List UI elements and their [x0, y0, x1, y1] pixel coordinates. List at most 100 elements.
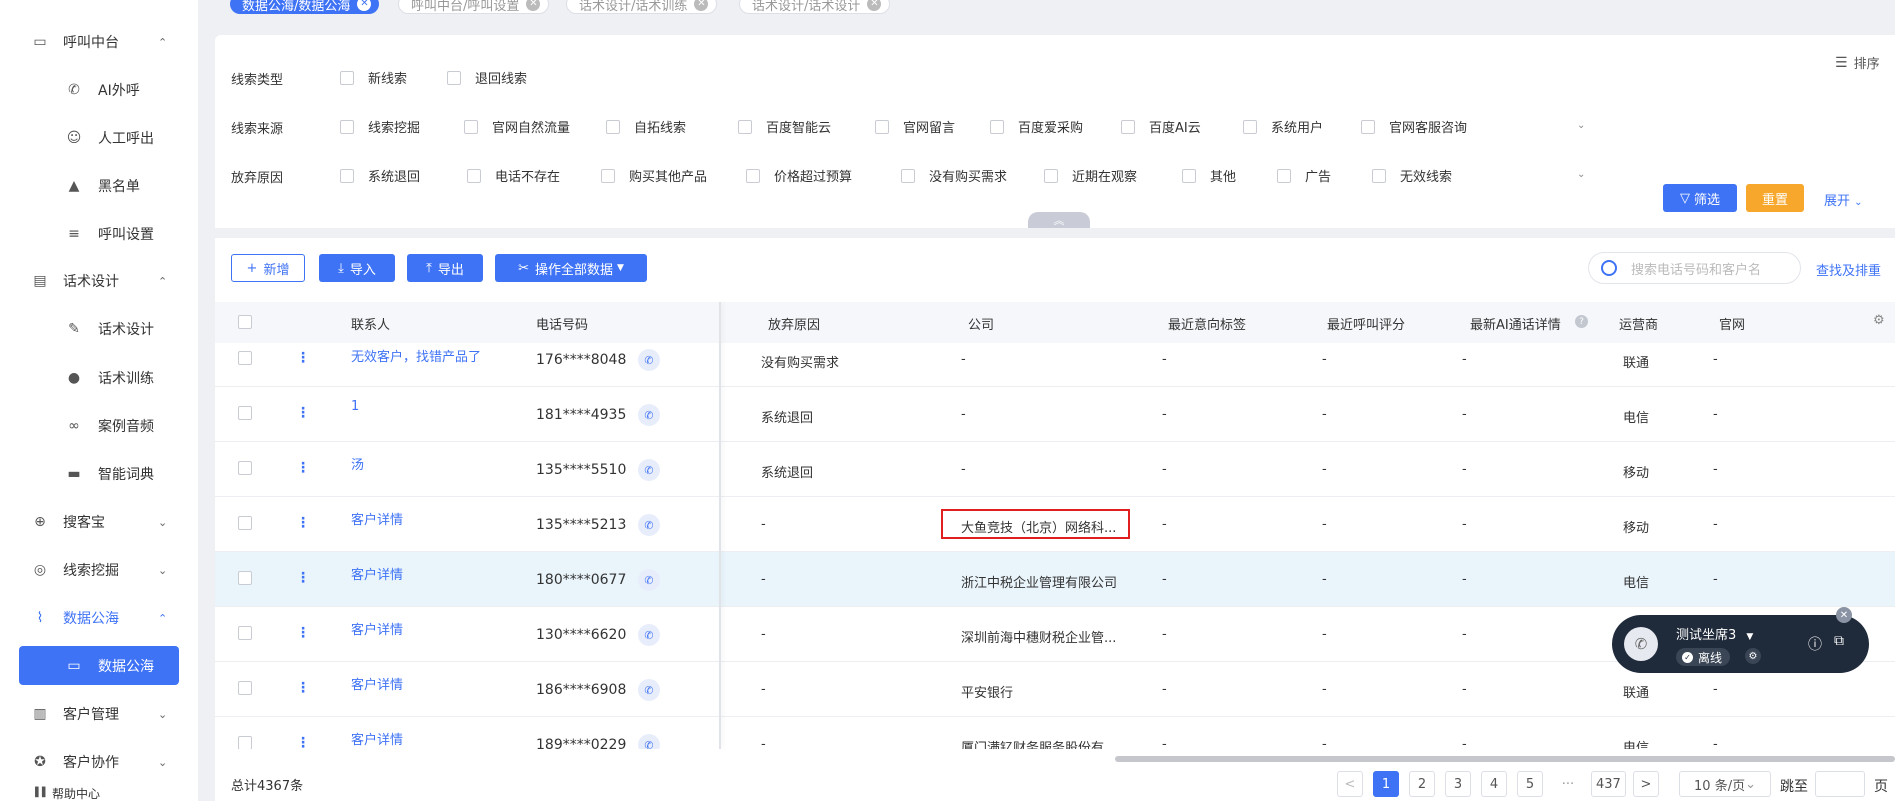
page-button[interactable]: 5: [1517, 771, 1543, 797]
checkbox[interactable]: [340, 119, 354, 134]
settings-icon[interactable]: ⚙: [1745, 648, 1761, 664]
import-button[interactable]: ⤓ 导入: [319, 254, 395, 282]
sidebar-item-12[interactable]: ⌇ 数据公海 ⌃: [0, 603, 198, 633]
row-checkbox[interactable]: [238, 351, 252, 365]
column-header[interactable]: 官网: [1719, 314, 1745, 333]
row-checkbox[interactable]: [238, 681, 252, 695]
chevron-down-icon[interactable]: ⌄: [1577, 120, 1585, 131]
tab-3[interactable]: 话术设计/话术设计 ✕: [739, 0, 891, 14]
filter-option[interactable]: 近期在观察: [1044, 166, 1137, 185]
column-header[interactable]: 放弃原因: [768, 314, 820, 333]
page-button[interactable]: 1: [1373, 771, 1399, 797]
contact-link[interactable]: 客户详情: [351, 674, 403, 693]
checkbox[interactable]: [746, 168, 760, 183]
column-header[interactable]: 公司: [968, 314, 994, 333]
filter-option[interactable]: 官网客服咨询: [1361, 117, 1467, 136]
tab-0[interactable]: 数据公海/数据公海 ✕: [230, 0, 380, 14]
chevron-down-icon[interactable]: ⌄: [1577, 169, 1585, 180]
row-checkbox[interactable]: [238, 736, 252, 749]
sidebar-item-3[interactable]: ▲ 黑名单: [0, 171, 198, 201]
call-button[interactable]: ✆: [638, 569, 660, 591]
more-actions-icon[interactable]: ⋮: [296, 570, 310, 586]
close-icon[interactable]: ✕: [1836, 607, 1852, 623]
sidebar-item-14[interactable]: ▥ 客户管理 ⌄: [0, 699, 198, 729]
checkbox[interactable]: [1121, 119, 1135, 134]
filter-option[interactable]: 系统退回: [340, 166, 420, 185]
filter-option[interactable]: 自拓线索: [606, 117, 686, 136]
filter-option[interactable]: 官网自然流量: [464, 117, 570, 136]
tab-1[interactable]: 呼叫中台/呼叫设置 ✕: [398, 0, 550, 14]
jump-page-input[interactable]: [1815, 771, 1865, 797]
next-page-button[interactable]: >: [1633, 771, 1659, 797]
sidebar-item-10[interactable]: ⊕ 搜客宝 ⌄: [0, 507, 198, 537]
column-header[interactable]: 最新AI通话详情: [1470, 314, 1561, 333]
call-button[interactable]: ✆: [638, 734, 660, 749]
sidebar-item-1[interactable]: ✆ AI外呼: [0, 75, 198, 105]
close-icon[interactable]: ✕: [867, 0, 882, 11]
table-row[interactable]: ⋮ 无效客户，找错产品了 176****8048 ✆ 没有购买需求 - - - - 联通 -: [215, 343, 1895, 387]
expand-link[interactable]: 展开 ⌄: [1824, 190, 1863, 209]
contact-link[interactable]: 汤: [351, 454, 364, 473]
page-ellipsis[interactable]: ···: [1555, 771, 1581, 797]
contact-link[interactable]: 客户详情: [351, 564, 403, 583]
table-row[interactable]: ⋮ 客户详情 180****0677 ✆ - 浙江中税企业管理有限公司 - - - 电信 -: [215, 552, 1895, 607]
page-button[interactable]: 2: [1409, 771, 1435, 797]
row-checkbox[interactable]: [238, 571, 252, 585]
filter-option[interactable]: 新线索: [340, 68, 407, 87]
sidebar-item-7[interactable]: ● 话术训练: [0, 363, 198, 393]
more-actions-icon[interactable]: ⋮: [296, 405, 310, 421]
checkbox[interactable]: [1243, 119, 1257, 134]
contact-link[interactable]: 客户详情: [351, 509, 403, 528]
checkbox[interactable]: [875, 119, 889, 134]
select-all-checkbox[interactable]: [238, 315, 252, 329]
more-actions-icon[interactable]: ⋮: [296, 350, 310, 366]
filter-option[interactable]: 百度AI云: [1121, 117, 1201, 136]
page-button[interactable]: 437: [1591, 771, 1626, 797]
column-header[interactable]: 电话号码: [536, 314, 588, 333]
contact-link[interactable]: 客户详情: [351, 619, 403, 638]
sidebar-item-13[interactable]: ▭ 数据公海: [0, 651, 198, 681]
sidebar-item-8[interactable]: ∞ 案例音频: [0, 411, 198, 441]
checkbox[interactable]: [464, 119, 478, 134]
sidebar-item-9[interactable]: ▬ 智能词典: [0, 459, 198, 489]
contact-link[interactable]: 客户详情: [351, 729, 403, 748]
dedupe-link[interactable]: 查找及排重: [1816, 260, 1881, 279]
checkbox[interactable]: [1044, 168, 1058, 183]
minimize-window-icon[interactable]: ⧉: [1834, 633, 1844, 649]
checkbox[interactable]: [1361, 119, 1375, 134]
sidebar-item-6[interactable]: ✎ 话术设计: [0, 314, 198, 344]
column-settings-icon[interactable]: ⚙: [1873, 313, 1885, 328]
horizontal-scrollbar[interactable]: [1115, 756, 1895, 762]
column-header[interactable]: 运营商: [1619, 314, 1658, 333]
prev-page-button[interactable]: <: [1337, 771, 1363, 797]
filter-option[interactable]: 没有购买需求: [901, 166, 1007, 185]
page-button[interactable]: 3: [1445, 771, 1471, 797]
checkbox[interactable]: [447, 70, 461, 85]
bulk-operation-dropdown[interactable]: ✂ 操作全部数据 ▼: [495, 254, 647, 282]
filter-option[interactable]: 官网留言: [875, 117, 955, 136]
filter-option[interactable]: 百度爱采购: [990, 117, 1083, 136]
sidebar-item-4[interactable]: ≡ 呼叫设置: [0, 219, 198, 249]
more-actions-icon[interactable]: ⋮: [296, 680, 310, 696]
filter-option[interactable]: 电话不存在: [467, 166, 560, 185]
row-checkbox[interactable]: [238, 461, 252, 475]
checkbox[interactable]: [1372, 168, 1386, 183]
close-icon[interactable]: ✕: [694, 0, 709, 11]
checkbox[interactable]: [738, 119, 752, 134]
filter-option[interactable]: 无效线索: [1372, 166, 1452, 185]
sidebar-item-11[interactable]: ◎ 线索挖掘 ⌄: [0, 555, 198, 585]
phone-icon[interactable]: ✆: [1624, 627, 1658, 661]
call-button[interactable]: ✆: [638, 349, 660, 371]
call-button[interactable]: ✆: [638, 514, 660, 536]
checkbox[interactable]: [340, 70, 354, 85]
call-button[interactable]: ✆: [638, 679, 660, 701]
column-header[interactable]: 最近呼叫评分: [1327, 314, 1405, 333]
filter-option[interactable]: 其他: [1182, 166, 1236, 185]
page-size-select[interactable]: 10 条/页 ⌄: [1679, 771, 1771, 797]
checkbox[interactable]: [601, 168, 615, 183]
close-icon[interactable]: ✕: [357, 0, 372, 11]
info-icon[interactable]: ⓘ: [1808, 634, 1822, 654]
collapse-panel-toggle[interactable]: ︽: [1028, 212, 1090, 228]
reset-button[interactable]: 重置: [1746, 184, 1804, 212]
filter-option[interactable]: 广告: [1277, 166, 1331, 185]
